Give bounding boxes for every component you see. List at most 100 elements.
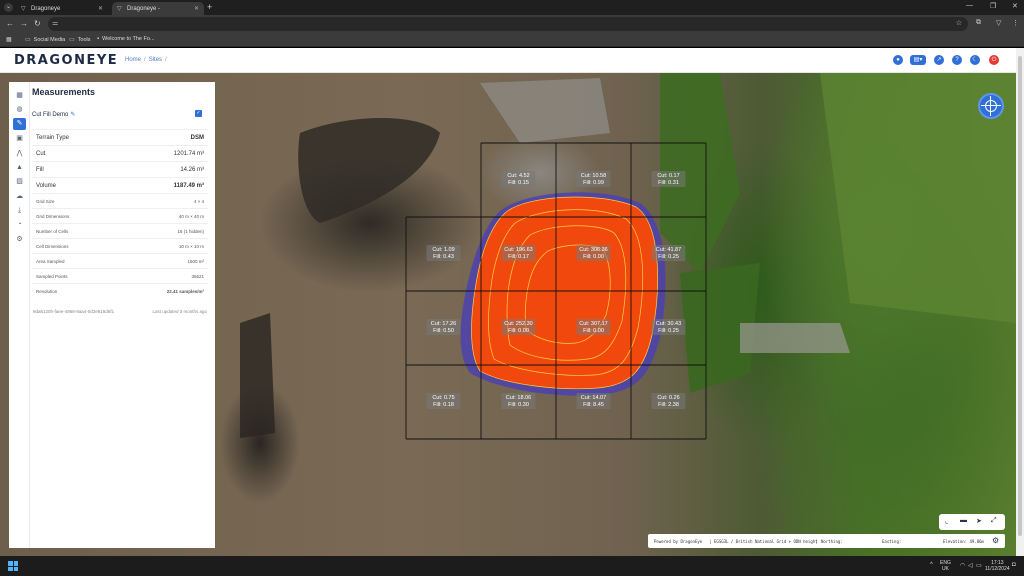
cell-cut-value: Cut: 0.75 bbox=[432, 395, 454, 401]
tool-rail: ▦ ◍ ✎ ▣ ⋀ ▲ ▨ ☁ ⤓ ◔ ⚙ bbox=[9, 82, 30, 548]
windows-taskbar: ^ ENG UK ◠ ◁ ▭ 17:13 11/12/2024 ◘ bbox=[0, 556, 1024, 576]
measure-ruler-icon[interactable]: ✎ bbox=[13, 118, 26, 130]
annotation-icon[interactable]: ▣ bbox=[13, 133, 26, 145]
measurement-row: Sampled Points 35621 bbox=[32, 268, 208, 283]
menu-icon[interactable]: ⋮ bbox=[1012, 19, 1019, 27]
crs-label: EGSG3L / British National Grid + ODN hei… bbox=[714, 539, 818, 544]
row-label: Cut bbox=[36, 150, 46, 157]
layers-dropdown-icon[interactable]: ▤▾ bbox=[910, 55, 926, 65]
apps-icon[interactable]: ▦ bbox=[6, 36, 15, 43]
tab-title: Dragoneye - bbox=[127, 5, 161, 12]
image-icon[interactable]: ▨ bbox=[13, 176, 26, 188]
settings-gear-icon[interactable]: ⚙ bbox=[992, 536, 999, 545]
map-status-bar: Powered by DragonEye | EGSG3L / British … bbox=[648, 534, 1005, 548]
row-label: Sampled Points bbox=[36, 273, 68, 279]
tray-chevron-icon[interactable]: ^ bbox=[930, 562, 933, 568]
cell-label: Cut: 306.36Fill: 0.00 bbox=[576, 245, 611, 261]
measurement-row: Cut 1201.74 m³ bbox=[32, 145, 208, 161]
measurement-table: Terrain Type DSM Cut 1201.74 m³ Fill 14.26 m³… bbox=[32, 129, 208, 298]
help-icon[interactable]: ? bbox=[952, 55, 962, 65]
bookmark-tools[interactable]: ▭ Tools bbox=[69, 36, 91, 44]
measurement-row: Cell Dimensions 10 m × 10 m bbox=[32, 238, 208, 253]
route-icon[interactable]: ⋀ bbox=[13, 148, 26, 160]
last-updated: Last updated 3 months ago bbox=[152, 309, 207, 314]
browser-tab-dragoneye[interactable]: ▽ Dragoneye ✕ bbox=[16, 2, 108, 15]
breadcrumb-home[interactable]: Home bbox=[125, 57, 141, 63]
back-icon[interactable]: ← bbox=[6, 19, 14, 28]
minus-icon[interactable]: ▬ bbox=[960, 517, 967, 524]
globe-icon[interactable]: ◍ bbox=[13, 104, 26, 116]
browser-tab-dragoneye-active[interactable]: ▽ Dragoneye - ✕ bbox=[112, 2, 204, 15]
row-label: Number of Cells bbox=[36, 228, 69, 234]
comment-icon[interactable]: ◔ bbox=[13, 219, 26, 231]
logout-icon[interactable]: ⏻ bbox=[989, 55, 999, 65]
share-icon[interactable]: ↗ bbox=[934, 55, 944, 65]
elevation-label: Elevation: 49.86m bbox=[943, 539, 984, 544]
measurement-row: Volume 1187.49 m³ bbox=[32, 177, 208, 193]
navigate-icon[interactable]: ➤ bbox=[976, 517, 982, 525]
battery-icon[interactable]: ▭ bbox=[976, 562, 982, 569]
tab-search-icon[interactable]: ⌄ bbox=[4, 3, 13, 12]
cell-cut-value: Cut: 306.36 bbox=[579, 247, 607, 253]
scrollbar-thumb[interactable] bbox=[1018, 56, 1022, 536]
cell-label: Cut: 10.58Fill: 0.99 bbox=[576, 171, 611, 187]
visibility-checkbox[interactable]: ✓ bbox=[195, 110, 202, 117]
address-bar[interactable]: ⚌ ☆ bbox=[48, 17, 968, 31]
row-value: 16 (1 hidden) bbox=[177, 228, 204, 234]
edit-pencil-icon[interactable]: ✎ bbox=[70, 112, 75, 118]
cell-fill-value: Fill: 0.50 bbox=[433, 328, 454, 334]
close-window-icon[interactable]: ✕ bbox=[1012, 2, 1018, 10]
row-label: Fill bbox=[36, 166, 44, 173]
dark-mode-icon[interactable]: ☾ bbox=[970, 55, 980, 65]
notification-icon[interactable]: ◘ bbox=[1012, 562, 1016, 568]
bookmark-social-media[interactable]: ▭ Social Media bbox=[25, 36, 65, 44]
forward-icon[interactable]: → bbox=[20, 19, 28, 28]
row-label: Volume bbox=[36, 182, 57, 189]
measurement-row: Fill 14.26 m³ bbox=[32, 161, 208, 177]
download-icon[interactable]: ⤓ bbox=[13, 205, 26, 217]
page-scrollbar[interactable] bbox=[1016, 48, 1024, 556]
reload-icon[interactable]: ↻ bbox=[34, 19, 41, 28]
restore-icon[interactable]: ❐ bbox=[990, 2, 996, 10]
windows-start-icon[interactable] bbox=[8, 561, 18, 571]
settings-gear-icon[interactable]: ⚙ bbox=[13, 234, 26, 246]
breadcrumb: Home / Sites / bbox=[125, 57, 167, 63]
layers-icon[interactable]: ▦ bbox=[13, 90, 26, 102]
cell-label: Cut: 252.30Fill: 0.00 bbox=[501, 319, 536, 335]
dragoneye-favicon-icon: ▽ bbox=[21, 5, 26, 12]
close-tab-icon[interactable]: ✕ bbox=[98, 5, 103, 12]
cell-cut-value: Cut: 41.87 bbox=[656, 247, 681, 253]
crop-icon[interactable]: ⌞ bbox=[945, 517, 948, 525]
site-info-icon[interactable]: ⚌ bbox=[52, 19, 58, 27]
dragoneye-logo[interactable]: DRAGONEYE bbox=[14, 53, 118, 68]
clock[interactable]: 17:13 11/12/2024 bbox=[985, 560, 1010, 572]
cell-label: Cut: 18.06Fill: 0.30 bbox=[501, 393, 536, 409]
measurement-name[interactable]: Cut Fill Demo ✎ bbox=[32, 111, 75, 118]
cell-fill-value: Fill: 0.17 bbox=[508, 254, 529, 260]
cloud-icon[interactable]: ☁ bbox=[13, 191, 26, 203]
compass-icon[interactable] bbox=[978, 93, 1004, 119]
user-icon[interactable]: ● bbox=[893, 55, 903, 65]
bookmark-welcome[interactable]: ▪ Welcome to The Fo... bbox=[97, 36, 155, 42]
row-label: Resolution bbox=[36, 288, 58, 294]
new-tab-icon[interactable]: + bbox=[207, 2, 212, 12]
cell-label: Cut: 1.09Fill: 0.43 bbox=[426, 245, 461, 261]
volume-icon[interactable]: ◁ bbox=[968, 562, 973, 569]
cell-fill-value: Fill: 2.38 bbox=[658, 402, 679, 408]
minimize-icon[interactable]: — bbox=[966, 2, 973, 9]
sep: | bbox=[709, 539, 712, 544]
close-tab-icon[interactable]: ✕ bbox=[194, 5, 199, 12]
cell-fill-value: Fill: 0.31 bbox=[658, 180, 679, 186]
bookmark-star-icon[interactable]: ☆ bbox=[956, 19, 962, 27]
extensions-icon[interactable]: ⧉ bbox=[976, 19, 981, 27]
cell-cut-value: Cut: 196.63 bbox=[504, 247, 532, 253]
fullscreen-icon[interactable]: ⤢ bbox=[991, 517, 997, 525]
breadcrumb-sites[interactable]: Sites bbox=[149, 57, 162, 63]
profile-icon[interactable]: ▽ bbox=[996, 19, 1001, 27]
map-tools: ⌞ ▬ ➤ ⤢ bbox=[939, 514, 1005, 530]
row-value: 1187.49 m³ bbox=[173, 182, 204, 189]
row-value: 35621 bbox=[191, 273, 204, 279]
wifi-icon[interactable]: ◠ bbox=[960, 562, 965, 569]
warning-icon[interactable]: ▲ bbox=[13, 162, 26, 174]
language-indicator[interactable]: ENG UK bbox=[940, 560, 951, 572]
